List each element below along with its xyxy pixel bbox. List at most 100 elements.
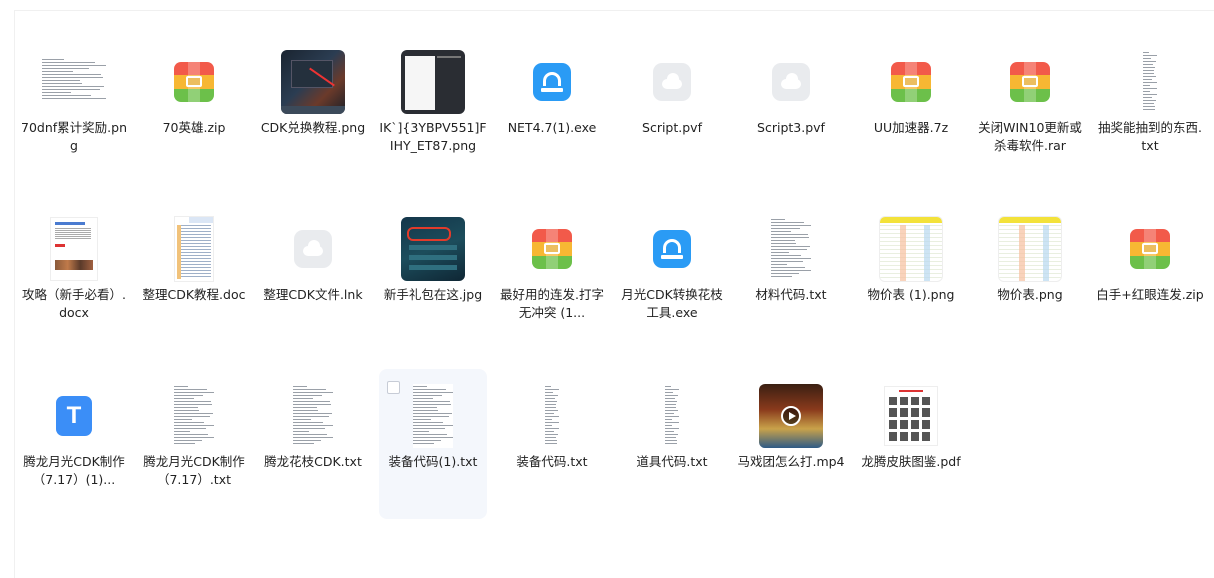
file-thumbnail — [759, 217, 823, 281]
file-name: 物价表.png — [997, 287, 1063, 302]
file-item[interactable]: 整理CDK教程.doc — [140, 202, 248, 352]
play-icon[interactable] — [781, 406, 801, 426]
file-thumbnail — [162, 216, 226, 282]
text-thumbnail — [413, 384, 453, 448]
file-thumbnail — [1118, 217, 1182, 281]
file-thumbnail — [520, 50, 584, 114]
text-file-icon: T — [56, 396, 92, 436]
image-thumbnail — [401, 217, 465, 281]
file-thumbnail — [281, 384, 345, 448]
file-name: CDK兑换教程.png — [260, 120, 366, 135]
file-thumbnail — [759, 384, 823, 448]
file-name: 马戏团怎么打.mp4 — [737, 454, 845, 469]
file-name: 白手+红眼连发.zip — [1096, 287, 1204, 302]
file-item[interactable]: 装备代码.txt — [498, 369, 606, 519]
file-name: 攻略（新手必看）.docx — [22, 287, 126, 320]
text-thumbnail — [174, 384, 214, 448]
file-item[interactable]: 腾龙花枝CDK.txt — [259, 369, 367, 519]
file-item[interactable]: 抽奖能抽到的东西.txt — [1096, 35, 1204, 185]
file-item[interactable]: 物价表 (1).png — [857, 202, 965, 352]
file-thumbnail — [879, 216, 943, 282]
file-thumbnail — [281, 217, 345, 281]
file-thumbnail — [162, 50, 226, 114]
file-item[interactable]: 攻略（新手必看）.docx — [20, 202, 128, 352]
exe-icon — [533, 63, 571, 101]
file-item[interactable]: 70dnf累计奖励.png — [20, 35, 128, 185]
file-item[interactable]: 物价表.png — [976, 202, 1084, 352]
file-thumbnail: T — [42, 384, 106, 448]
file-name: 70dnf累计奖励.png — [21, 120, 127, 153]
file-thumbnail — [879, 50, 943, 114]
image-thumbnail — [281, 50, 345, 114]
text-thumbnail — [771, 217, 811, 281]
file-item[interactable]: Script.pvf — [618, 35, 726, 185]
file-thumbnail — [401, 50, 465, 114]
file-item[interactable]: CDK兑换教程.png — [259, 35, 367, 185]
file-name: Script.pvf — [642, 120, 702, 135]
video-thumbnail — [759, 384, 823, 448]
file-item[interactable]: 关闭WIN10更新或杀毒软件.rar — [976, 35, 1084, 185]
file-item[interactable]: NET4.7(1).exe — [498, 35, 606, 185]
file-item[interactable]: 最好用的连发.打字无冲突 (1... — [498, 202, 606, 352]
text-thumbnail — [293, 384, 333, 448]
file-name: NET4.7(1).exe — [507, 120, 597, 135]
file-item[interactable]: 道具代码.txt — [618, 369, 726, 519]
file-item[interactable]: IK`]{3YBPV551]FIHY_ET87.png — [379, 35, 487, 185]
image-thumbnail — [401, 50, 465, 114]
zip-icon — [532, 229, 572, 269]
file-item[interactable]: 新手礼包在这.jpg — [379, 202, 487, 352]
file-name: 装备代码.txt — [516, 454, 588, 469]
file-item[interactable]: 马戏团怎么打.mp4 — [737, 369, 845, 519]
file-name: 腾龙月光CDK制作（7.17）.txt — [143, 454, 245, 487]
file-name: 月光CDK转换花枝工具.exe — [621, 287, 723, 320]
file-name: 整理CDK教程.doc — [142, 287, 246, 302]
file-item[interactable]: 70英雄.zip — [140, 35, 248, 185]
zip-icon — [891, 62, 931, 102]
file-thumbnail — [998, 216, 1062, 282]
file-item[interactable]: 整理CDK文件.lnk — [259, 202, 367, 352]
file-thumbnail — [162, 384, 226, 448]
exe-icon — [653, 230, 691, 268]
zip-icon — [1010, 62, 1050, 102]
file-item[interactable]: T 腾龙月光CDK制作（7.17）(1)... — [20, 369, 128, 519]
file-thumbnail — [520, 217, 584, 281]
file-name: 龙腾皮肤图鉴.pdf — [861, 454, 961, 469]
file-name: 道具代码.txt — [636, 454, 708, 469]
file-thumbnail — [640, 384, 704, 448]
file-name: 最好用的连发.打字无冲突 (1... — [500, 287, 604, 320]
file-item[interactable]: 白手+红眼连发.zip — [1096, 202, 1204, 352]
file-thumbnail — [42, 50, 106, 114]
file-item[interactable]: Script3.pvf — [737, 35, 845, 185]
top-divider — [14, 10, 1214, 11]
document-thumbnail — [174, 216, 214, 282]
pdf-thumbnail — [884, 386, 938, 446]
left-divider — [14, 10, 15, 578]
file-name: 抽奖能抽到的东西.txt — [1098, 120, 1202, 153]
file-item[interactable]: 材料代码.txt — [737, 202, 845, 352]
zip-icon — [1130, 229, 1170, 269]
file-name: 腾龙花枝CDK.txt — [264, 454, 362, 469]
image-thumbnail — [998, 216, 1062, 282]
image-thumbnail — [42, 57, 106, 107]
file-thumbnail — [640, 217, 704, 281]
file-name: 材料代码.txt — [755, 287, 827, 302]
file-item[interactable]: 龙腾皮肤图鉴.pdf — [857, 369, 965, 519]
file-name: IK`]{3YBPV551]FIHY_ET87.png — [379, 120, 487, 153]
file-name: 70英雄.zip — [162, 120, 226, 135]
file-thumbnail — [759, 50, 823, 114]
image-thumbnail — [879, 216, 943, 282]
select-checkbox[interactable] — [387, 381, 400, 394]
file-item[interactable]: 腾龙月光CDK制作（7.17）.txt — [140, 369, 248, 519]
file-name: UU加速器.7z — [873, 120, 949, 135]
file-item[interactable]: 月光CDK转换花枝工具.exe — [618, 202, 726, 352]
file-name: 腾龙月光CDK制作（7.17）(1)... — [23, 454, 125, 487]
file-item[interactable]: UU加速器.7z — [857, 35, 965, 185]
document-thumbnail — [50, 217, 98, 281]
file-item[interactable]: 装备代码(1).txt — [379, 369, 487, 519]
cloud-file-icon — [772, 63, 810, 101]
file-thumbnail — [1118, 50, 1182, 114]
cloud-file-icon — [294, 230, 332, 268]
text-thumbnail — [545, 384, 559, 448]
file-thumbnail — [401, 217, 465, 281]
file-thumbnail — [42, 217, 106, 281]
